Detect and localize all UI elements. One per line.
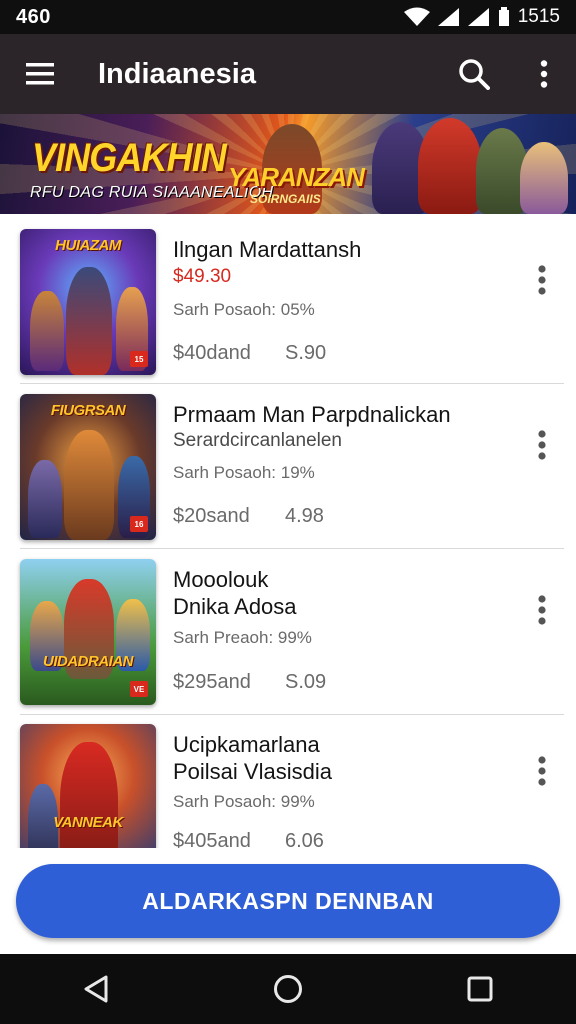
more-vert-icon (538, 430, 546, 460)
game-subtitle: Serardcircanlanelen (173, 430, 342, 451)
wifi-icon (403, 7, 430, 26)
game-thumbnail[interactable]: UIDADRAIAN VE (20, 559, 156, 705)
status-bar: 460 1515 (0, 0, 576, 34)
game-thumbnail[interactable]: FIUGRSAN 16 (20, 394, 156, 540)
game-price: $295and (173, 671, 251, 693)
menu-button[interactable] (12, 46, 68, 102)
game-list[interactable]: HUIAZAM 15 Ilngan Mardattansh $49.30 Sar… (0, 214, 576, 848)
banner-logo: YARANZAN SOIRNGAIIS (228, 162, 365, 210)
signal-icon (437, 8, 459, 26)
age-rating-badge: 16 (130, 516, 148, 532)
app-title: Indiaanesia (98, 57, 256, 90)
thumb-title: VANNEAK (53, 814, 123, 831)
banner-headline: VINGAKHIN (32, 136, 227, 180)
menu-icon (26, 63, 54, 85)
nav-recents-button[interactable] (448, 961, 512, 1017)
game-rating: 4.98 (285, 505, 324, 527)
age-rating-badge: VE (130, 681, 148, 697)
age-rating-badge: 15 (130, 351, 148, 367)
app-bar: Indiaanesia (0, 34, 576, 114)
status-clock: 1515 (517, 6, 560, 27)
game-info: Sarh Posaoh: 99% (173, 792, 315, 811)
back-icon (84, 975, 108, 1003)
item-more-button[interactable] (528, 590, 556, 630)
game-info: Sarh Preaoh: 99% (173, 628, 312, 647)
home-icon (274, 975, 302, 1003)
thumb-title: FIUGRSAN (50, 402, 126, 419)
game-list-item[interactable]: VANNEAK Ucipkamarlana Poilsai Vlasisdia … (0, 709, 576, 848)
more-vert-icon (538, 265, 546, 295)
thumb-hero-figure (64, 430, 114, 540)
game-price: $40dand (173, 342, 251, 364)
game-title[interactable]: Mooolouk Dnika Adosa (173, 566, 323, 620)
battery-icon (498, 7, 509, 26)
overflow-menu-button[interactable] (520, 50, 568, 98)
thumb-hero-figure (60, 742, 118, 848)
system-nav-bar (0, 954, 576, 1024)
recents-icon (467, 976, 493, 1002)
sale-price: $49.30 (173, 266, 232, 287)
thumb-hero-figure (66, 267, 112, 375)
banner-hero-figure (418, 118, 482, 214)
status-time: 460 (16, 5, 51, 28)
more-vert-icon (538, 595, 546, 625)
signal-icon (467, 8, 489, 26)
nav-home-button[interactable] (256, 961, 320, 1017)
game-info: Sarh Posaoh: 19% (173, 463, 315, 482)
game-title[interactable]: Ucipkamarlana Poilsai Vlasisdia (173, 731, 353, 785)
game-price: $405and (173, 830, 251, 848)
action-area: ALDARKASPN DENNBAN (0, 848, 576, 954)
nav-back-button[interactable] (64, 961, 128, 1017)
banner-logo-subtext: SOIRNGAIIS (250, 192, 321, 206)
game-thumbnail[interactable]: VANNEAK (20, 724, 156, 848)
game-info: Sarh Posaoh: 05% (173, 300, 315, 319)
more-vert-icon (540, 60, 548, 88)
status-icons: 1515 (403, 6, 560, 28)
thumb-hero-figure (30, 291, 64, 371)
promo-banner[interactable]: VINGAKHIN RFU DAG RUIA SIAAANEALIOH YARA… (0, 114, 576, 214)
item-more-button[interactable] (528, 425, 556, 465)
game-list-item[interactable]: FIUGRSAN 16 Prmaam Man Parpdnalickan Ser… (0, 379, 576, 544)
search-icon (459, 59, 490, 90)
banner-hero-figure (520, 142, 568, 214)
game-list-item[interactable]: UIDADRAIAN VE Mooolouk Dnika Adosa Sarh … (0, 544, 576, 709)
game-rating: S.90 (285, 342, 327, 364)
item-more-button[interactable] (528, 751, 556, 791)
game-rating: 6.06 (285, 830, 324, 848)
game-rating: S.09 (285, 671, 327, 693)
thumb-hero-figure (28, 460, 62, 538)
game-price: $20sand (173, 505, 250, 527)
game-title[interactable]: Ilngan Mardattansh (173, 236, 503, 263)
thumb-title: UIDADRAIAN (43, 653, 134, 670)
banner-logo-text: YARANZAN (228, 162, 365, 192)
game-list-item[interactable]: HUIAZAM 15 Ilngan Mardattansh $49.30 Sar… (0, 214, 576, 379)
item-more-button[interactable] (528, 260, 556, 300)
more-vert-icon (538, 756, 546, 786)
primary-action-button[interactable]: ALDARKASPN DENNBAN (16, 864, 560, 938)
thumb-title: HUIAZAM (55, 237, 121, 254)
search-button[interactable] (450, 50, 498, 98)
game-title[interactable]: Prmaam Man Parpdnalickan (173, 401, 503, 428)
game-thumbnail[interactable]: HUIAZAM 15 (20, 229, 156, 375)
